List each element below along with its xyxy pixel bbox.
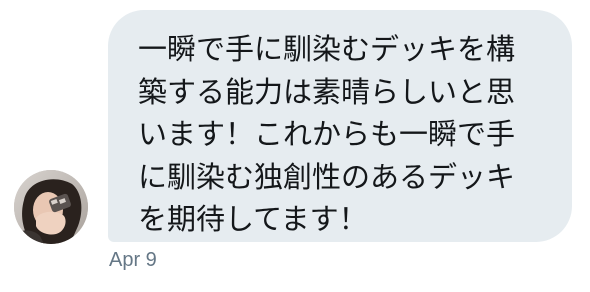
dm-conversation: 一瞬で手に馴染むデッキを構築する能力は素晴らしいと思います！これからも一瞬で手に… (0, 0, 590, 292)
avatar-photo-icon (14, 170, 88, 244)
message-timestamp: Apr 9 (109, 249, 157, 271)
message-bubble[interactable]: 一瞬で手に馴染むデッキを構築する能力は素晴らしいと思います！これからも一瞬で手に… (108, 10, 572, 242)
sender-avatar[interactable] (14, 170, 88, 244)
message-text: 一瞬で手に馴染むデッキを構築する能力は素晴らしいと思います！これからも一瞬で手に… (138, 32, 516, 236)
